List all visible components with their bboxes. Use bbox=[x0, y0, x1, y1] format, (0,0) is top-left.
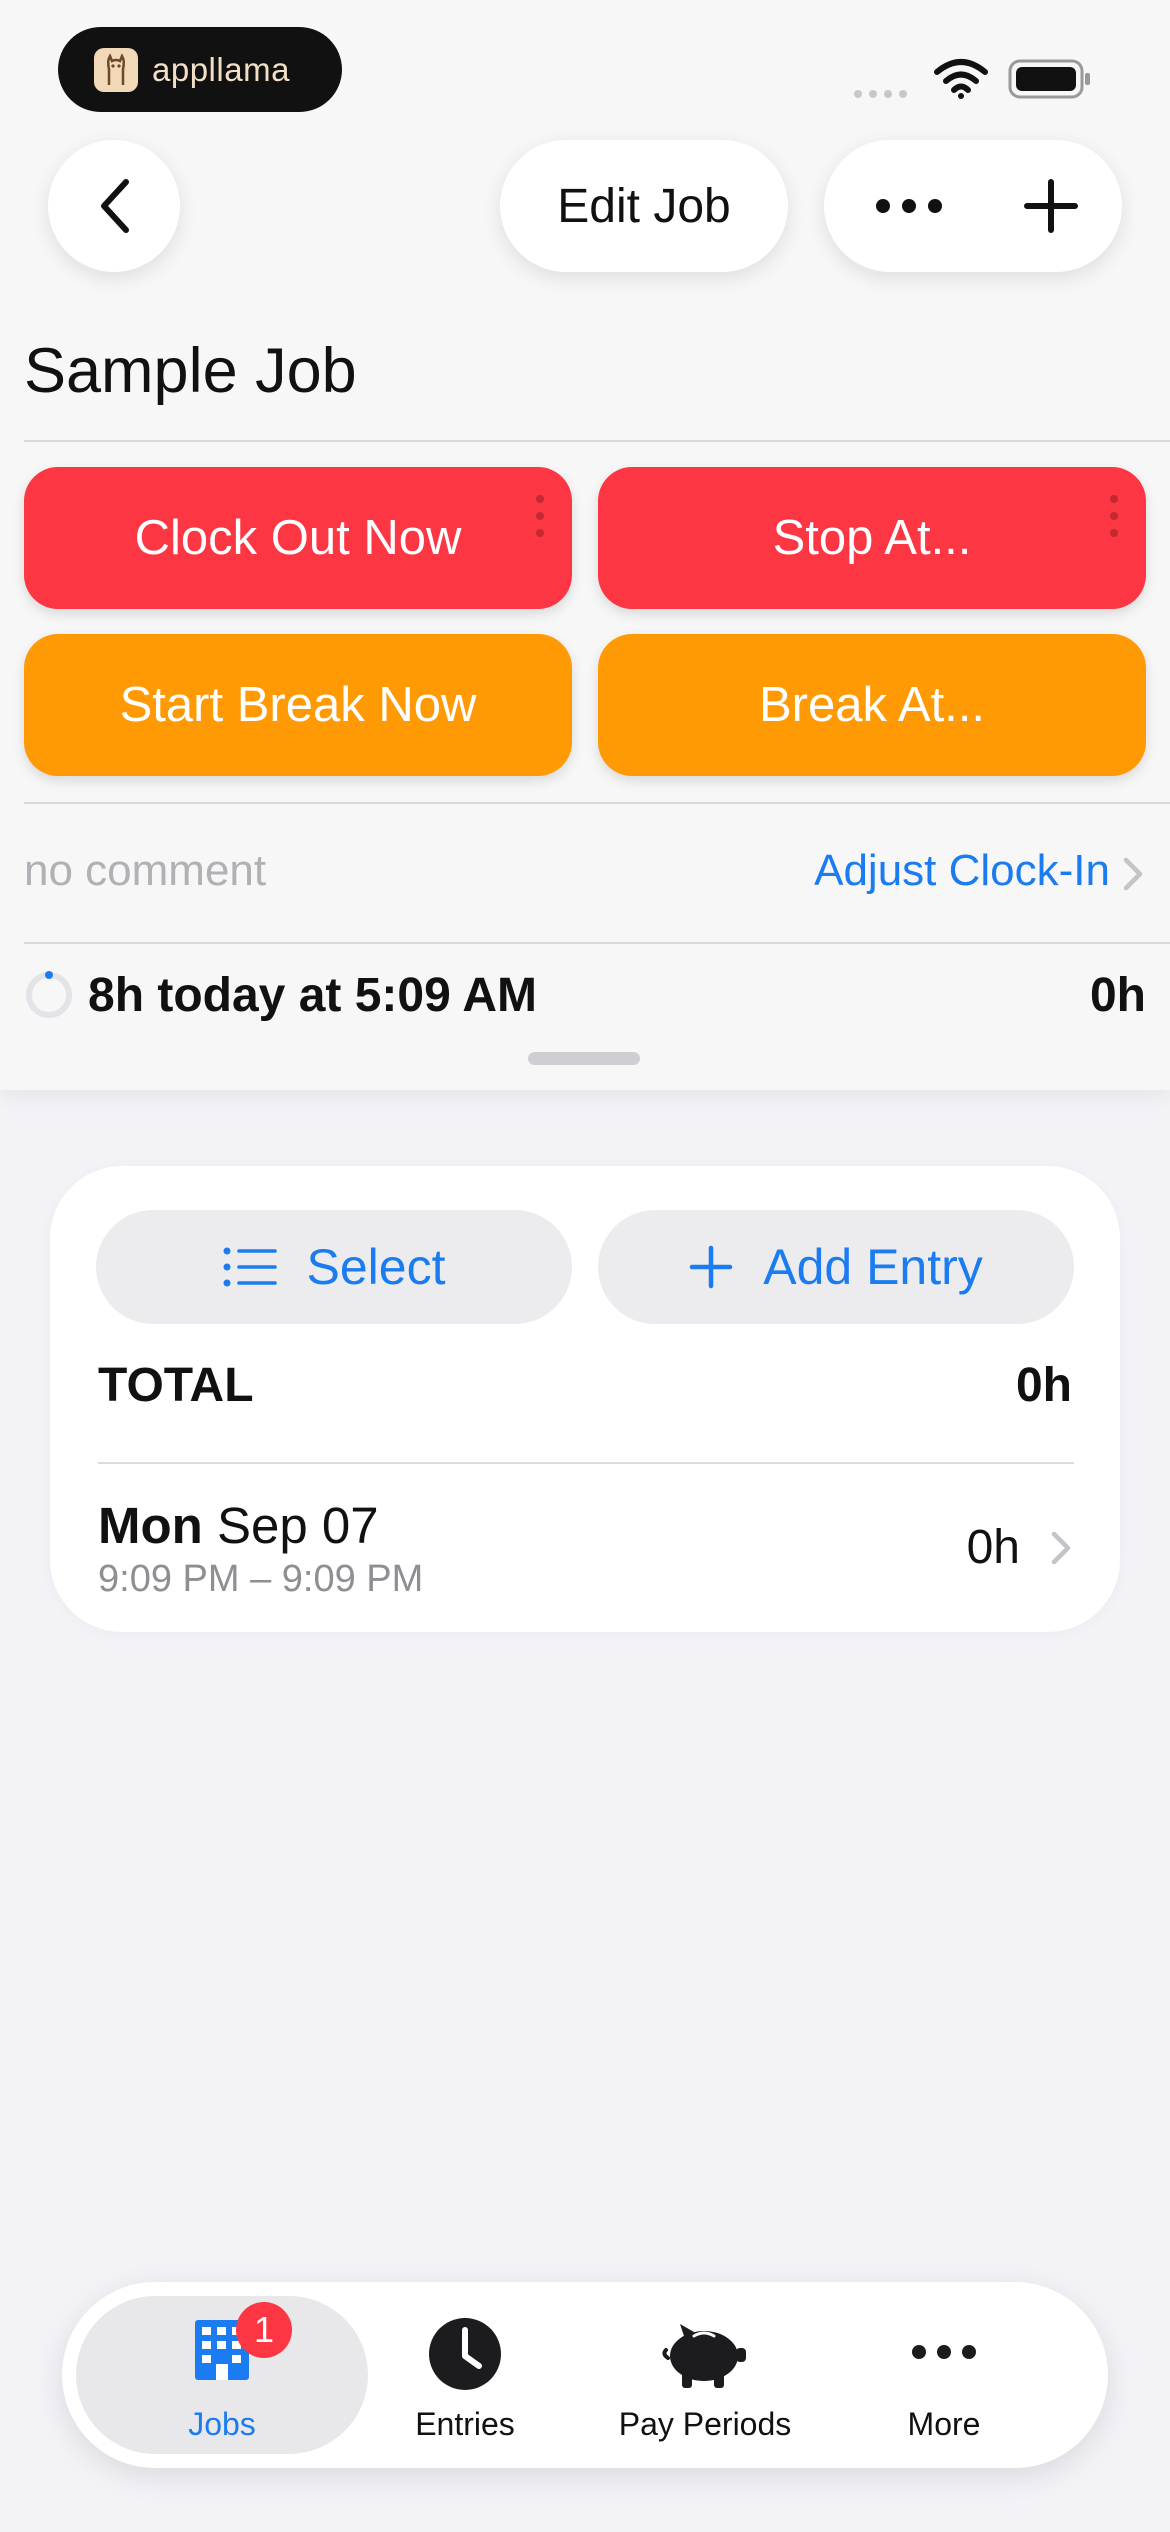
break-at-button[interactable]: Break At... bbox=[598, 634, 1146, 776]
entry-time-range: 9:09 PM – 9:09 PM bbox=[98, 1558, 424, 1600]
edit-job-button[interactable]: Edit Job bbox=[500, 140, 788, 272]
tab-entries[interactable]: Entries bbox=[345, 2282, 585, 2468]
tab-entries-label: Entries bbox=[415, 2406, 515, 2442]
options-add-group bbox=[824, 140, 1122, 272]
add-entry-label: Add Entry bbox=[763, 1239, 983, 1295]
divider bbox=[24, 440, 1170, 442]
select-label: Select bbox=[306, 1239, 446, 1295]
tab-pay-periods-label: Pay Periods bbox=[618, 2406, 792, 2442]
tab-jobs-label: Jobs bbox=[188, 2406, 256, 2442]
wifi-icon bbox=[933, 58, 989, 105]
vertical-ellipsis-icon[interactable] bbox=[1110, 495, 1118, 545]
brand-name: appllama bbox=[152, 50, 290, 88]
page-title: Sample Job bbox=[24, 336, 357, 406]
clock-out-now-button[interactable]: Clock Out Now bbox=[24, 467, 572, 609]
chevron-right-icon bbox=[1122, 856, 1144, 897]
select-button[interactable]: Select bbox=[96, 1210, 572, 1324]
tab-jobs[interactable]: Jobs bbox=[102, 2282, 342, 2468]
plus-icon bbox=[689, 1245, 733, 1289]
back-button[interactable] bbox=[48, 140, 180, 272]
progress-ring-icon bbox=[24, 970, 74, 1025]
more-options-button[interactable] bbox=[854, 170, 964, 242]
start-break-now-button[interactable]: Start Break Now bbox=[24, 634, 572, 776]
divider bbox=[24, 802, 1170, 804]
sheet-grabber[interactable] bbox=[528, 1052, 640, 1065]
tab-more-label: More bbox=[907, 2406, 981, 2442]
entry-date-text: Sep 07 bbox=[216, 1497, 379, 1554]
today-summary: 8h today at 5:09 AM bbox=[88, 969, 537, 1022]
comment-placeholder[interactable]: no comment bbox=[24, 846, 266, 896]
add-entry-button[interactable]: Add Entry bbox=[598, 1210, 1074, 1324]
clock-icon bbox=[427, 2316, 503, 2397]
adjust-clock-in-link[interactable]: Adjust Clock-In bbox=[814, 846, 1110, 896]
ellipsis-icon bbox=[876, 199, 942, 213]
entries-card: Select Add Entry TOTAL 0h Mon Sep 07 9:0… bbox=[50, 1166, 1120, 1632]
entry-date: Mon Sep 07 bbox=[98, 1496, 379, 1555]
entry-weekday: Mon bbox=[98, 1497, 203, 1554]
divider bbox=[24, 942, 1170, 944]
chevron-right-icon bbox=[1050, 1530, 1072, 1571]
llama-logo-icon bbox=[94, 47, 138, 92]
total-label: TOTAL bbox=[98, 1359, 254, 1412]
app-brand-pill: appllama bbox=[58, 27, 342, 112]
total-value: 0h bbox=[1015, 1359, 1072, 1412]
list-icon bbox=[223, 1247, 277, 1287]
add-button[interactable] bbox=[996, 170, 1106, 242]
tab-pay-periods[interactable]: Pay Periods bbox=[585, 2282, 825, 2468]
vertical-ellipsis-icon[interactable] bbox=[536, 495, 544, 545]
clock-out-now-label: Clock Out Now bbox=[134, 511, 462, 565]
signal-icon bbox=[853, 86, 913, 104]
tab-bar: Jobs Entries Pay Periods More bbox=[62, 2282, 1108, 2468]
today-total: 0h bbox=[1089, 969, 1146, 1022]
piggy-bank-icon bbox=[660, 2322, 750, 2393]
ellipsis-icon bbox=[911, 2344, 977, 2365]
stop-at-label: Stop At... bbox=[772, 511, 972, 565]
tab-more[interactable]: More bbox=[824, 2282, 1064, 2468]
stop-at-button[interactable]: Stop At... bbox=[598, 467, 1146, 609]
chevron-left-icon bbox=[101, 179, 129, 233]
plus-icon bbox=[1024, 179, 1078, 233]
jobs-badge: 1 bbox=[236, 2302, 292, 2358]
battery-icon bbox=[1008, 59, 1092, 104]
divider bbox=[98, 1462, 1074, 1464]
entry-duration: 0h bbox=[966, 1521, 1020, 1574]
